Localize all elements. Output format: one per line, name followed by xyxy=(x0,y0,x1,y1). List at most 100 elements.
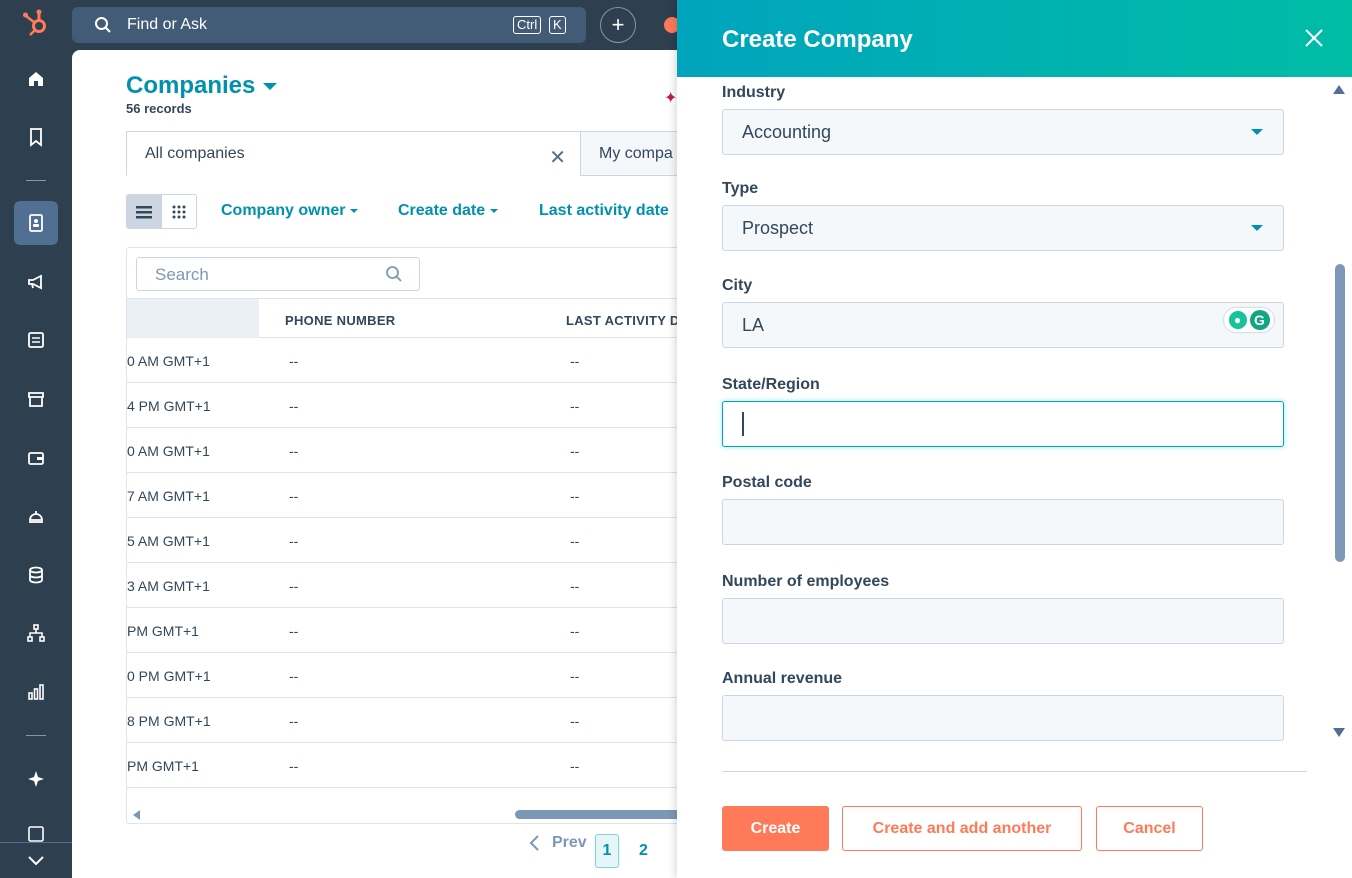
nav-divider xyxy=(26,735,46,736)
prev-label: Prev xyxy=(552,834,587,851)
nav-bookmarks[interactable] xyxy=(14,115,58,159)
bar-chart-icon xyxy=(28,684,44,700)
scroll-thumb[interactable] xyxy=(1335,264,1345,562)
cancel-button[interactable]: Cancel xyxy=(1096,806,1203,851)
caret-down-icon xyxy=(1251,129,1263,135)
board-view-button[interactable] xyxy=(162,195,197,228)
employees-input[interactable] xyxy=(722,598,1284,644)
grammarly-widget[interactable]: ● G xyxy=(1224,308,1274,332)
table-row[interactable]: 8 PM GMT+1 -- -- xyxy=(127,698,685,743)
nav-content[interactable] xyxy=(14,318,58,362)
nav-payments[interactable] xyxy=(14,436,58,480)
cell-last-activity: -- xyxy=(570,713,580,729)
left-navigation xyxy=(0,0,72,878)
column-header-last-activity[interactable]: LAST ACTIVITY D xyxy=(566,313,680,328)
table-row[interactable]: 5 AM GMT+1 -- -- xyxy=(127,518,685,563)
nav-expand[interactable] xyxy=(0,842,72,878)
search-icon xyxy=(386,266,402,282)
nav-marketing[interactable] xyxy=(14,260,58,304)
view-tab-all-companies[interactable]: All companies ✕ xyxy=(126,131,581,176)
table-search-input[interactable]: Search xyxy=(136,257,420,291)
horizontal-scrollbar[interactable] xyxy=(127,805,685,823)
page-title[interactable]: Companies xyxy=(126,72,278,100)
scroll-left-icon[interactable] xyxy=(133,810,140,820)
hubspot-logo-icon[interactable] xyxy=(22,8,52,38)
panel-header: Create Company xyxy=(677,0,1352,77)
scroll-thumb[interactable] xyxy=(515,810,685,819)
revenue-input[interactable] xyxy=(722,695,1284,741)
create-new-button[interactable]: + xyxy=(600,7,636,43)
caret-down-icon xyxy=(350,209,359,213)
scroll-up-icon[interactable] xyxy=(1333,85,1345,94)
table-row[interactable]: 0 AM GMT+1 -- -- xyxy=(127,428,685,473)
panel-title: Create Company xyxy=(722,26,913,53)
search-placeholder: Search xyxy=(155,265,209,284)
lightbulb-icon: ● xyxy=(1228,311,1247,329)
service-bell-icon xyxy=(29,511,43,523)
store-icon xyxy=(28,392,44,407)
table-row[interactable]: 0 AM GMT+1 -- -- xyxy=(127,338,685,383)
cell-last-activity: -- xyxy=(570,488,580,504)
global-search[interactable]: Find or Ask Ctrl K xyxy=(72,7,586,43)
table-row[interactable]: PM GMT+1 -- -- xyxy=(127,608,685,653)
create-company-panel: Create Company Industry Accounting Type … xyxy=(677,0,1352,878)
nav-data[interactable] xyxy=(14,553,58,597)
city-value: LA xyxy=(742,314,765,335)
nav-crm[interactable] xyxy=(14,201,58,245)
industry-select[interactable]: Accounting xyxy=(722,109,1284,155)
home-icon xyxy=(29,72,43,86)
city-input[interactable]: LA ● G xyxy=(722,302,1284,348)
type-value: Prospect xyxy=(742,217,814,238)
table-row[interactable]: PM GMT+1 -- -- xyxy=(127,743,685,788)
nav-commerce[interactable] xyxy=(14,377,58,421)
table-row[interactable]: 0 PM GMT+1 -- -- xyxy=(127,653,685,698)
grammarly-icon: G xyxy=(1249,310,1270,330)
vertical-scrollbar[interactable] xyxy=(1326,77,1352,772)
nav-reporting[interactable] xyxy=(14,670,58,714)
nav-developer[interactable] xyxy=(14,822,58,842)
pagination-page-2[interactable]: 2 xyxy=(639,842,648,860)
scroll-down-icon[interactable] xyxy=(1333,728,1345,737)
global-search-text: Find or Ask xyxy=(127,16,208,33)
column-header-phone[interactable]: PHONE NUMBER xyxy=(285,313,396,328)
nav-automation[interactable] xyxy=(14,611,58,655)
cell-last-activity: -- xyxy=(570,623,580,639)
view-mode-toggle xyxy=(126,194,197,229)
nav-home[interactable] xyxy=(14,57,58,101)
panel-form: Industry Accounting Type Prospect City L… xyxy=(677,77,1352,772)
nav-ai-breeze[interactable] xyxy=(14,757,58,801)
table-row[interactable]: 7 AM GMT+1 -- -- xyxy=(127,473,685,518)
companies-table: Search PHONE NUMBER LAST ACTIVITY D 0 AM… xyxy=(126,247,686,824)
filter-company-owner[interactable]: Company owner xyxy=(221,202,359,220)
cell-time: 0 AM GMT+1 xyxy=(127,353,210,369)
megaphone-icon xyxy=(28,274,42,290)
contacts-book-icon xyxy=(29,214,43,232)
type-select[interactable]: Prospect xyxy=(722,205,1284,251)
cell-time: PM GMT+1 xyxy=(127,758,199,774)
filter-label: Company owner xyxy=(221,202,346,219)
cell-time: 7 AM GMT+1 xyxy=(127,488,210,504)
filter-last-activity[interactable]: Last activity date xyxy=(539,202,669,220)
close-icon[interactable] xyxy=(1302,26,1326,50)
pagination-prev[interactable]: Prev xyxy=(528,834,587,852)
cell-phone: -- xyxy=(289,353,299,369)
filter-create-date[interactable]: Create date xyxy=(398,202,499,220)
list-icon xyxy=(136,205,153,218)
caret-down-icon xyxy=(263,82,278,90)
nav-service[interactable] xyxy=(14,494,58,538)
create-button[interactable]: Create xyxy=(722,806,829,851)
create-and-add-another-button[interactable]: Create and add another xyxy=(842,806,1082,851)
state-input[interactable] xyxy=(722,401,1284,447)
list-view-button[interactable] xyxy=(127,195,162,228)
close-view-icon[interactable]: ✕ xyxy=(549,145,566,170)
text-cursor xyxy=(742,412,744,436)
pagination-page-1[interactable]: 1 xyxy=(595,834,619,868)
ai-sparkle-icon[interactable]: ✦ xyxy=(664,88,677,108)
bookmark-icon xyxy=(30,128,42,147)
nav-divider xyxy=(26,180,46,181)
table-row[interactable]: 3 AM GMT+1 -- -- xyxy=(127,563,685,608)
chevron-left-icon xyxy=(529,835,539,851)
table-row[interactable]: 4 PM GMT+1 -- -- xyxy=(127,383,685,428)
postal-code-input[interactable] xyxy=(722,499,1284,545)
shortcut-k: K xyxy=(549,16,566,34)
